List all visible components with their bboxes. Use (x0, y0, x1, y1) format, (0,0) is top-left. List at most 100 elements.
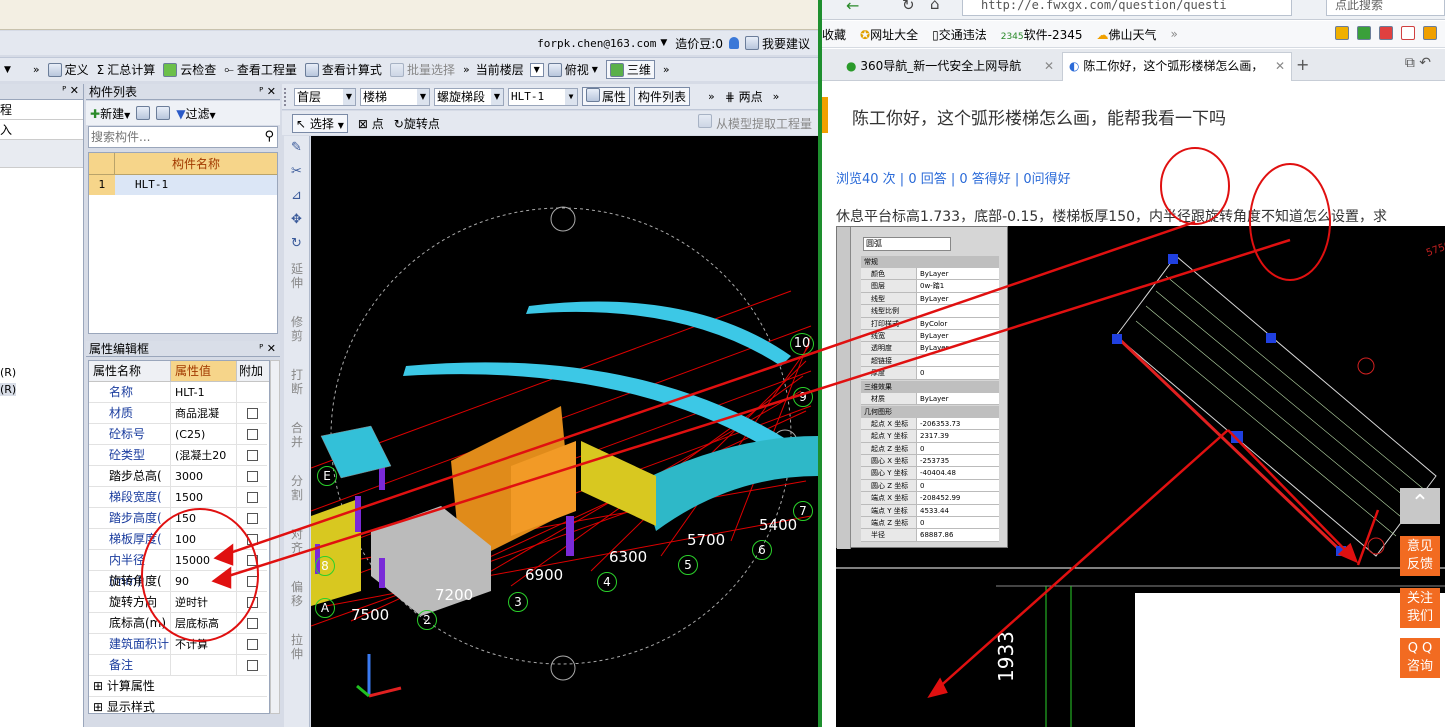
copy-icon[interactable] (156, 106, 171, 120)
property-value[interactable]: 90 (171, 571, 237, 592)
search-icon[interactable]: ⚲ (264, 129, 274, 144)
property-row[interactable]: 梯段宽度(1500 (89, 487, 269, 508)
apps-icon[interactable] (1335, 26, 1349, 40)
cad-property-row[interactable]: 线型比例 (861, 305, 999, 318)
delete-icon[interactable] (136, 106, 151, 120)
more-icon[interactable]: » (773, 90, 780, 103)
question-stats[interactable]: 浏览40 次 | 0 回答 | 0 答得好 | 0问得好 (836, 168, 1071, 187)
cad-property-row[interactable]: 起点 Y 坐标 2317.39 (861, 430, 999, 443)
cad-property-row[interactable]: 半径 68887.86 (861, 529, 999, 542)
filter-button[interactable]: ▼过滤▼ (176, 105, 215, 122)
property-checkbox[interactable] (246, 407, 258, 419)
feedback-button[interactable]: 意见 反馈 (1400, 536, 1440, 576)
property-value[interactable]: 不计算 (171, 634, 237, 655)
cad-property-row[interactable]: 圆心 Y 坐标 -40404.48 (861, 467, 999, 480)
book-icon[interactable] (1357, 26, 1371, 40)
top-view-button[interactable]: 俯视 ▼ (547, 61, 598, 78)
property-row[interactable]: ⊞ 显示样式 (89, 697, 269, 713)
extract-button[interactable]: 从模型提取工程量 (698, 114, 812, 132)
bookmark-item[interactable]: ▯交通违法 (932, 26, 987, 43)
bookmark-item[interactable]: 收藏 (822, 26, 846, 43)
more-icon[interactable]: » (1171, 27, 1178, 41)
close-icon[interactable]: ✕ (1044, 54, 1054, 79)
gift-icon[interactable] (1423, 26, 1437, 40)
component-search[interactable]: ⚲ (88, 126, 278, 148)
property-row[interactable]: 梯板厚度(100 (89, 529, 269, 550)
property-checkbox[interactable] (246, 659, 258, 671)
property-row[interactable]: 踏步高度(150 (89, 508, 269, 529)
expand-icon[interactable]: ⊞ (93, 700, 107, 713)
cad-property-row[interactable]: 起点 Z 坐标 0 (861, 442, 999, 456)
user-email[interactable]: forpk.chen@163.com (537, 37, 656, 50)
two-points-button[interactable]: ⋕ 两点 (725, 88, 763, 105)
cad-property-row[interactable]: 圆心 X 坐标 -253735 (861, 455, 999, 468)
home-icon[interactable]: ⌂ (930, 0, 940, 13)
property-row[interactable]: 名称 HLT-1 (89, 382, 269, 403)
type-select[interactable]: 楼梯 ▼ (360, 87, 430, 106)
property-value[interactable]: (混凝土20 (171, 445, 237, 466)
property-row[interactable]: 建筑面积计 不计算 (89, 634, 269, 655)
chevron-down-icon[interactable]: ▼ (4, 65, 11, 75)
attrs-button[interactable]: 属性 (582, 87, 631, 106)
close-icon[interactable]: ✕ (267, 85, 276, 98)
cloud-check-button[interactable]: 云检查 (163, 61, 216, 78)
cad-property-row[interactable]: 颜色 ByLayer (861, 268, 999, 281)
property-checkbox[interactable] (246, 596, 258, 608)
new-button[interactable]: ✚新建▼ (90, 105, 130, 122)
rotate-point-button[interactable]: ↻旋转点 (394, 115, 440, 132)
floor-dropdown[interactable]: ▼ (529, 62, 544, 77)
more-icon[interactable]: » (708, 90, 715, 103)
scrollbar[interactable] (270, 360, 280, 714)
new-tab-icon[interactable]: + (1296, 55, 1309, 74)
tool-icon[interactable]: ✂ (284, 160, 309, 184)
property-value[interactable]: 层底标高 (171, 613, 237, 634)
more-icon[interactable]: » (33, 63, 40, 76)
close-icon[interactable]: ✕ (70, 84, 79, 97)
property-row[interactable]: ⊞ 计算属性 (89, 676, 269, 697)
define-button[interactable]: 定义 (47, 61, 89, 78)
property-value[interactable]: 150 (171, 508, 237, 529)
cad-property-row[interactable]: 线宽 ByLayer (861, 329, 999, 343)
property-checkbox[interactable] (246, 428, 258, 440)
component-select[interactable]: HLT-1 ▼ (508, 87, 578, 106)
property-checkbox[interactable] (246, 470, 258, 482)
cad-property-row[interactable]: 线型 ByLayer (861, 292, 999, 306)
cad-section-header[interactable]: 几何图形 (861, 405, 999, 418)
property-row[interactable]: 备注 (89, 655, 269, 676)
cad-property-row[interactable]: 超链接 (861, 354, 999, 368)
bag-icon[interactable] (1379, 26, 1393, 40)
tab-question[interactable]: ◐ 陈工你好，这个弧形楼梯怎么画， ✕ (1062, 52, 1292, 81)
cad-property-row[interactable]: 透明度 ByLayer (861, 342, 999, 355)
property-row[interactable]: 内半径(mm) 15000 (89, 550, 269, 588)
tool-3[interactable]: 合并 (290, 415, 304, 468)
comp-list-button[interactable]: 构件列表 (634, 87, 691, 106)
tool-7[interactable]: 拉伸 (290, 627, 304, 680)
tool-icon[interactable]: ⊿ (284, 184, 309, 208)
cad-property-row[interactable]: 打印样式 ByColor (861, 317, 999, 330)
tab-360[interactable]: ● 360导航_新一代安全上网导航 ✕ (840, 54, 1060, 81)
property-checkbox[interactable] (246, 638, 258, 650)
cad-property-row[interactable]: 端点 Z 坐标 0 (861, 517, 999, 530)
three-d-button[interactable]: 三维 (605, 60, 655, 79)
property-value[interactable]: 15000 (171, 550, 237, 571)
nav-item[interactable]: 入 (0, 120, 83, 140)
tool-icon[interactable]: ✥ (284, 208, 309, 232)
property-row[interactable]: 旋转角度(90 (89, 571, 269, 592)
bookmark-item[interactable]: 2345软件-2345 (1001, 26, 1083, 43)
property-value[interactable]: 3000 (171, 466, 237, 487)
nav-item[interactable]: 程 (0, 100, 83, 120)
view-quantity-button[interactable]: ⟜ 查看工程量 (224, 61, 297, 78)
tool-icon[interactable]: ↻ (284, 232, 309, 256)
property-value[interactable]: 商品混凝 (171, 403, 237, 424)
tool-1[interactable]: 修剪 (290, 309, 304, 362)
cad-property-row[interactable]: 端点 Y 坐标 4533.44 (861, 504, 999, 518)
3d-canvas[interactable]: 7500 7200 6900 6300 5700 5400 2 3 4 5 6 … (311, 136, 818, 727)
pin-icon[interactable]: ᴾ (259, 85, 263, 98)
tool-6[interactable]: 偏移 (290, 574, 304, 627)
property-checkbox[interactable] (246, 617, 258, 629)
property-checkbox[interactable] (246, 449, 258, 461)
cad-property-row[interactable]: 材质 ByLayer (861, 392, 999, 405)
cad-property-row[interactable]: 起点 X 坐标 -206353.73 (861, 417, 999, 431)
batch-select-button[interactable]: 批量选择 (389, 61, 455, 78)
bookmark-item[interactable]: ☁佛山天气 (1097, 26, 1157, 43)
